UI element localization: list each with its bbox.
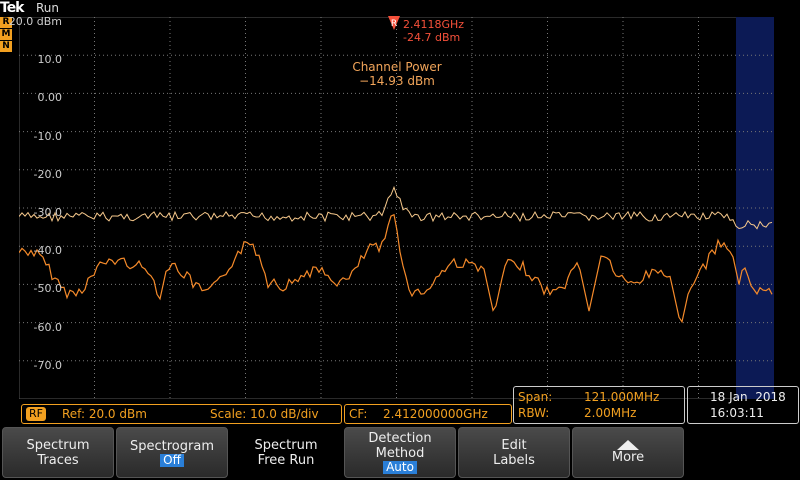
y-axis-label: -30.0: [33, 206, 62, 219]
y-axis-label: 0.00: [37, 91, 63, 105]
softkey-label: Edit: [501, 437, 527, 453]
marker-badge: R: [391, 19, 397, 29]
y-axis-label: 20.0 dBm: [8, 15, 62, 28]
channel-power-value: −14.93 dBm: [359, 74, 435, 88]
y-axis-label: -10.0: [33, 129, 62, 143]
softkey-edit-labels[interactable]: Edit Labels: [458, 427, 570, 478]
softkey-label: Spectrum: [26, 437, 90, 453]
center-frequency-box[interactable]: CF: 2.412000000GHz: [344, 404, 512, 424]
softkey-label: More: [611, 450, 645, 465]
spectrogram-value: Off: [160, 453, 184, 467]
span-label: Span:: [518, 390, 553, 404]
date-time-box[interactable]: 18 Jan 2018 16:03:11: [687, 386, 799, 424]
y-axis-label: -40.0: [33, 244, 62, 258]
channel-power-title: Channel Power: [352, 60, 442, 74]
softkey-label: Detection: [368, 431, 432, 446]
rf-badge: RF: [26, 407, 46, 421]
softkey-label: Free Run: [257, 452, 315, 468]
softkey-label: Traces: [37, 452, 79, 468]
softkey-bar: Spectrum Traces Spectrogram Off Spectrum…: [0, 426, 800, 480]
softkey-more[interactable]: More: [572, 427, 684, 478]
tek-logo: Tek: [0, 0, 24, 16]
y-axis-label: -60.0: [33, 320, 62, 334]
trace-badge-m[interactable]: M: [0, 29, 12, 40]
softkey-label: Labels: [493, 452, 535, 468]
softkey-spectrum-free-run[interactable]: Spectrum Free Run: [230, 427, 342, 478]
channel-power-readout: Channel Power −14.93 dBm: [327, 60, 467, 88]
rbw-value: 2.00MHz: [584, 406, 637, 420]
span-value: 121.000MHz: [584, 390, 660, 404]
detection-method-value: Auto: [383, 461, 417, 474]
vertical-scale: Scale: 10.0 dB/div: [210, 407, 319, 421]
date: 18 Jan 2018: [710, 390, 786, 404]
cf-label: CF:: [349, 407, 368, 421]
y-axis-label: -20.0: [33, 167, 62, 181]
trace-badge-n[interactable]: N: [0, 41, 12, 52]
y-axis-label: -70.0: [33, 358, 62, 372]
marker-frequency: 2.4118GHz: [403, 18, 465, 31]
time: 16:03:11: [710, 406, 764, 420]
softkey-spectrum-traces[interactable]: Spectrum Traces: [2, 427, 114, 478]
marker-level: -24.7 dBm: [403, 31, 461, 44]
softkey-detection-method[interactable]: Detection Method Auto: [344, 427, 456, 478]
acquisition-status: Run: [36, 1, 60, 15]
rbw-label: RBW:: [518, 406, 550, 420]
marker-triangle-icon: R: [388, 16, 400, 30]
cf-value: 2.412000000GHz: [383, 407, 488, 421]
y-axis-label: 10.0: [37, 53, 63, 67]
reference-level-box[interactable]: RF Ref: 20.0 dBm Scale: 10.0 dB/div: [21, 404, 342, 424]
top-status-bar: Tek Run: [0, 0, 800, 17]
softkey-label: Method: [375, 446, 425, 461]
ref-level: Ref: 20.0 dBm: [62, 407, 147, 421]
softkey-label: Spectrum: [254, 437, 318, 453]
softkey-spectrogram[interactable]: Spectrogram Off: [116, 427, 228, 478]
span-rbw-box[interactable]: Span: 121.000MHz RBW: 2.00MHz: [513, 386, 685, 424]
y-axis-label: -50.0: [33, 282, 62, 296]
softkey-label: Spectrogram: [130, 438, 214, 454]
chevron-up-icon: [617, 440, 639, 450]
